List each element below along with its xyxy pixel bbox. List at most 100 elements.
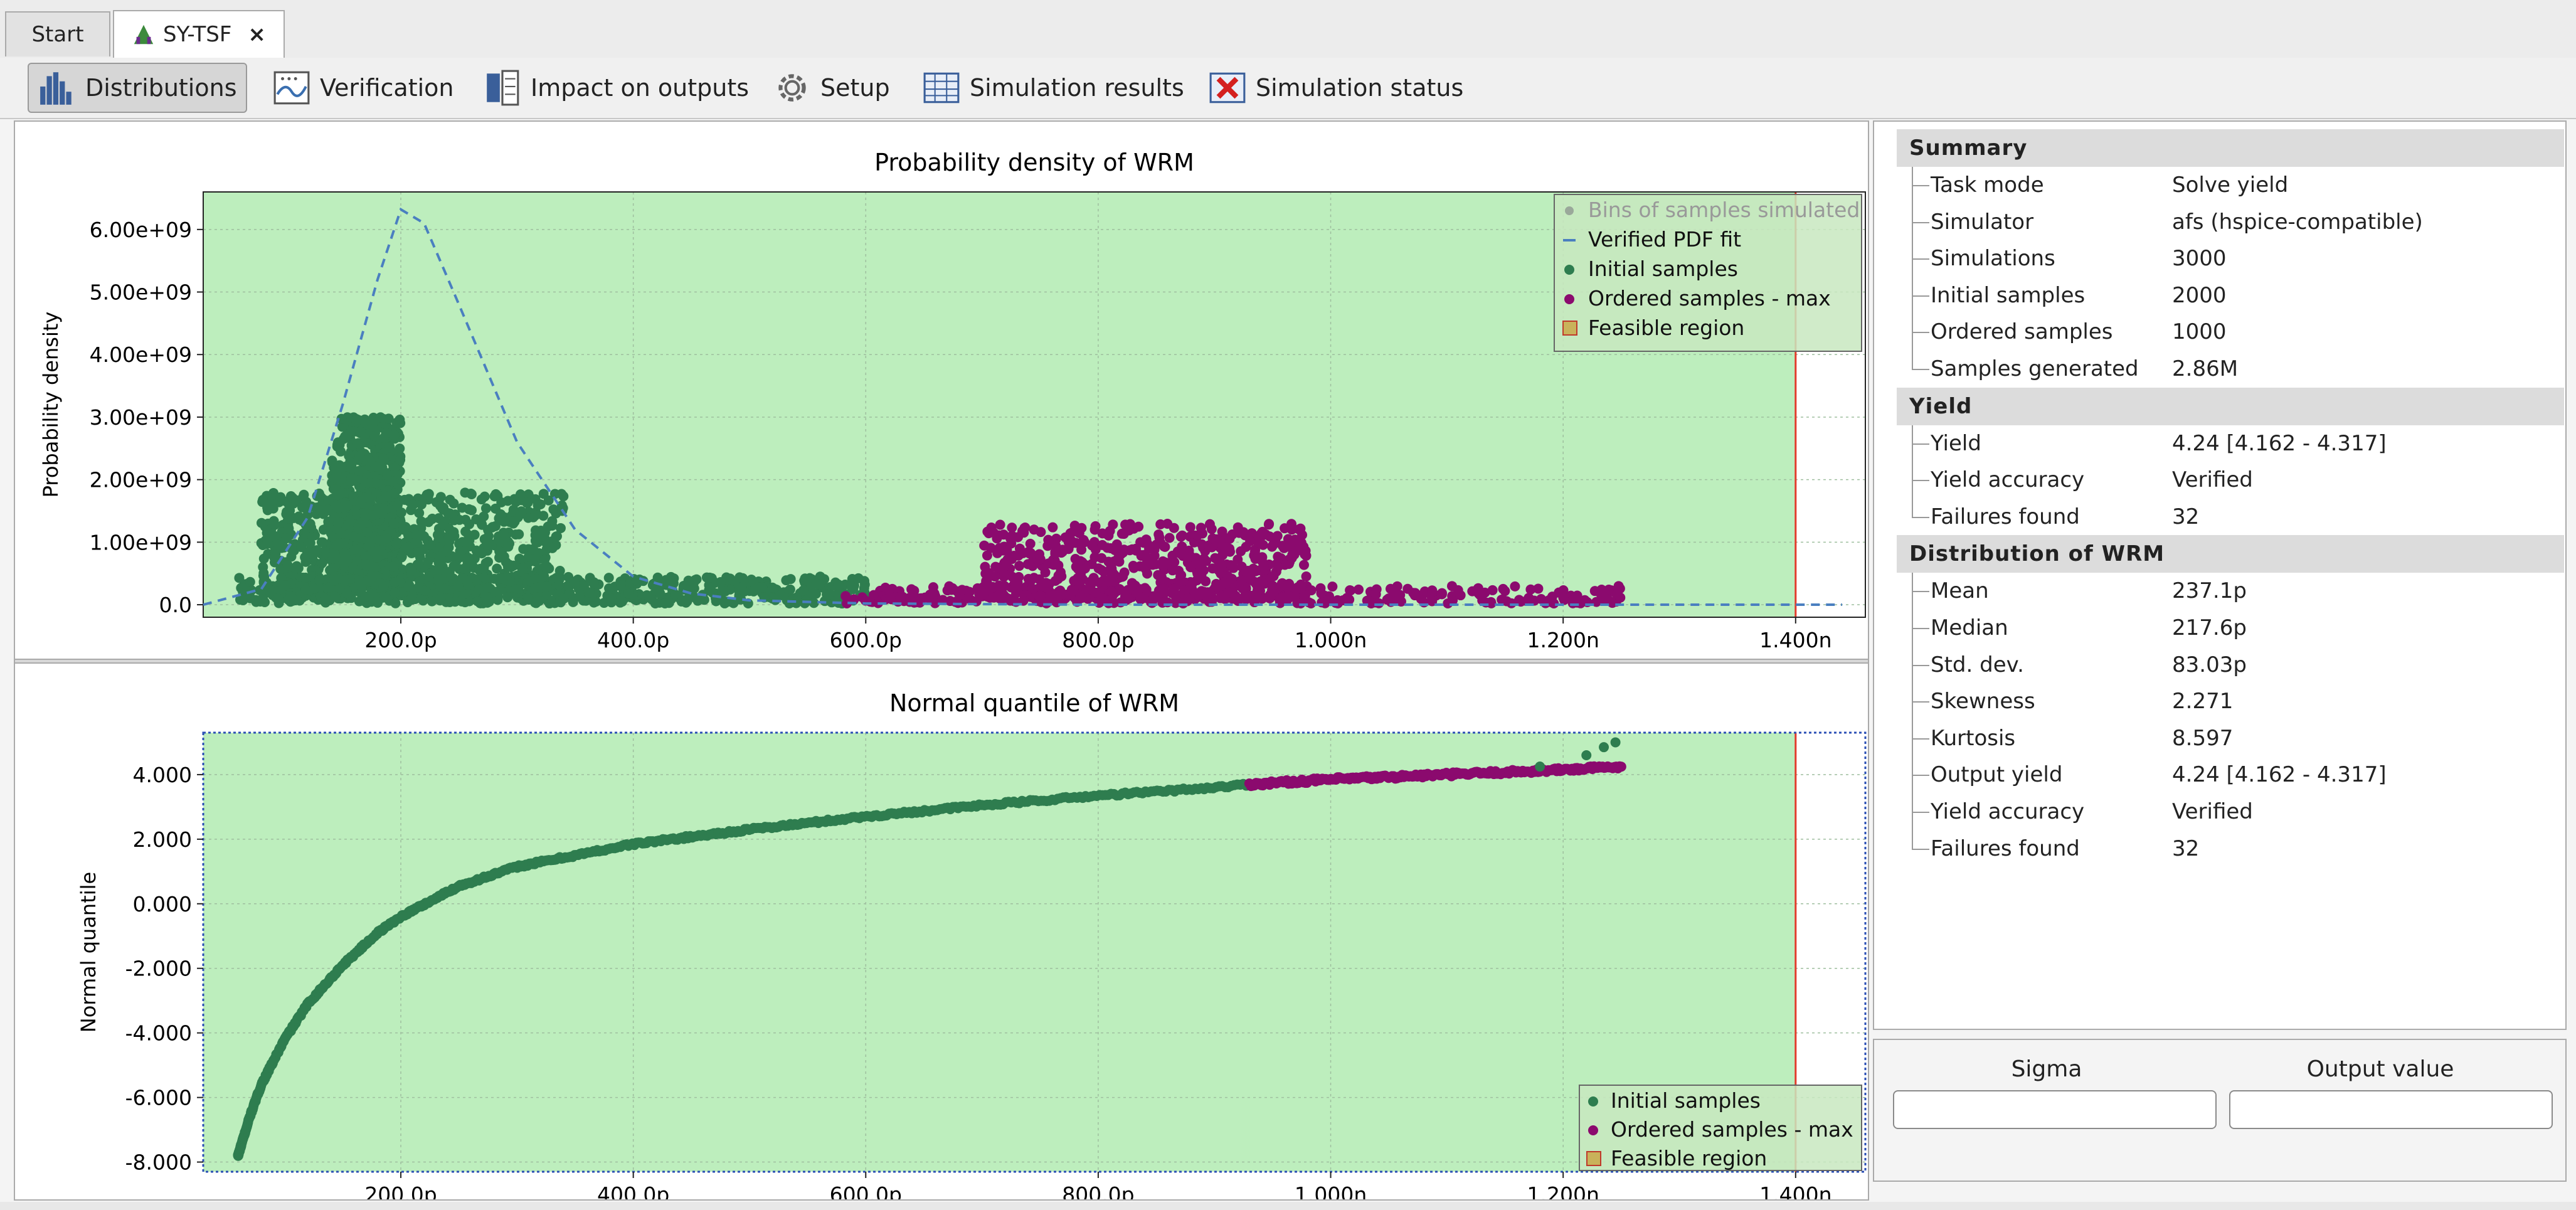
ordered-sample-point (1065, 539, 1076, 550)
ordered-sample-point (978, 588, 989, 599)
property-name: Failures found (1931, 836, 2080, 861)
initial-sample-point (508, 504, 519, 515)
ordered-sample-point (1426, 586, 1437, 597)
ordered-sample-point (999, 571, 1009, 582)
ordered-sample-point (1615, 592, 1626, 603)
initial-sample-point (423, 571, 434, 582)
yield-section-header[interactable]: Yield (1897, 387, 2564, 425)
ordered-sample-point (1603, 584, 1614, 595)
verification-button[interactable]: Verification (263, 63, 463, 113)
sigma-label: Sigma (2011, 1056, 2082, 1082)
tab-sy-tsf[interactable]: SY-TSF × (113, 10, 285, 58)
initial-sample-point (395, 455, 406, 465)
ordered-sample-point (1175, 549, 1186, 560)
initial-sample-point (472, 596, 483, 607)
initial-sample-point (350, 544, 361, 555)
tree-connector (1912, 738, 1929, 740)
ordered-sample-point (1283, 534, 1293, 544)
initial-sample-point (346, 473, 356, 484)
initial-sample-point (364, 576, 374, 586)
property-value: Verified (2172, 799, 2253, 824)
impact-on-outputs-button[interactable]: Impact on outputs (474, 63, 758, 113)
x-tick-label: 600.0p (830, 1182, 902, 1199)
tree-connector (1912, 295, 1929, 297)
property-name: Samples generated (1931, 356, 2139, 381)
distribution-section-header[interactable]: Distribution of WRM (1897, 535, 2564, 573)
initial-sample-point (435, 553, 445, 563)
initial-sample-point (420, 585, 430, 596)
output-value-input[interactable] (2229, 1090, 2553, 1129)
ordered-sample-point (1049, 590, 1059, 601)
initial-sample-point (373, 534, 384, 545)
summary-section-header[interactable]: Summary (1897, 129, 2564, 167)
ordered-sample-point (1232, 554, 1243, 565)
initial-sample-point (830, 595, 841, 606)
initial-sample-point (477, 519, 487, 530)
ordered-sample-point (1084, 576, 1095, 587)
initial-sample-point (341, 588, 352, 598)
legend-marker-ordered (1564, 294, 1574, 304)
ordered-sample-point (1354, 584, 1364, 595)
initial-sample-point (479, 511, 489, 522)
initial-sample-point (342, 500, 353, 511)
initial-sample-point (496, 573, 506, 584)
verification-icon (273, 71, 310, 105)
ordered-sample-point (999, 529, 1009, 540)
close-icon[interactable]: × (248, 22, 266, 47)
initial-sample-point (379, 433, 390, 443)
sigma-input[interactable] (1893, 1090, 2217, 1129)
initial-sample-point (736, 583, 747, 593)
legend-marker-initial (1564, 265, 1574, 275)
initial-sample-point (416, 516, 427, 527)
initial-sample-point (390, 577, 400, 588)
initial-sample-point (508, 560, 519, 571)
distribution-row: Output yield 4.24 [4.162 - 4.317] (1931, 756, 2558, 793)
ordered-sample-point (1572, 590, 1582, 601)
y-tick-label: 0.0 (159, 593, 192, 617)
initial-sample-point (496, 497, 507, 507)
property-name: Simulator (1931, 209, 2034, 235)
initial-sample-point (435, 593, 446, 603)
initial-sample-point (375, 412, 386, 423)
initial-sample-point (341, 432, 352, 442)
ordered-sample-point (1327, 581, 1338, 592)
initial-sample-point (317, 558, 327, 568)
initial-sample-point (547, 516, 558, 526)
legend-marker-bins (1565, 206, 1574, 215)
x-tick-label: 1.200n (1527, 1182, 1599, 1199)
ordered-sample-point (1558, 592, 1569, 603)
probability-density-chart[interactable]: Probability density of WRM Probability de… (15, 122, 1868, 655)
simulation-results-button[interactable]: Simulation results (913, 63, 1193, 113)
initial-sample-point (492, 563, 502, 574)
plot-splitter[interactable] (15, 659, 1868, 664)
initial-sample-point (291, 495, 302, 506)
initial-sample-point (388, 518, 399, 529)
initial-sample-point (263, 502, 273, 512)
ordered-sample-point (1192, 530, 1203, 541)
initial-sample-point (406, 565, 417, 576)
distributions-button[interactable]: Distributions (28, 63, 247, 113)
property-name: Median (1931, 615, 2008, 640)
impact-label: Impact on outputs (531, 74, 750, 102)
ordered-sample-point (1436, 589, 1447, 600)
ordered-sample-point (1014, 561, 1025, 571)
ordered-sample-point (1196, 589, 1207, 600)
simulation-status-button[interactable]: Simulation status (1199, 63, 1472, 113)
tab-start[interactable]: Start (5, 11, 110, 56)
initial-sample-point (353, 415, 364, 425)
setup-button[interactable]: Setup (764, 63, 899, 113)
property-name: Skewness (1931, 689, 2035, 714)
initial-sample-point (336, 462, 347, 473)
x-tick-label: 1.000n (1295, 628, 1367, 652)
y-tick-label: 1.00e+09 (90, 530, 192, 555)
initial-sample-point (312, 545, 322, 556)
ordered-sample-point (1069, 575, 1079, 586)
ordered-sample-point (998, 591, 1009, 602)
tab-start-label: Start (31, 22, 84, 47)
tree-connector (1912, 628, 1929, 629)
normal-quantile-chart[interactable]: Normal quantile of WRM Normal quantile 200… (15, 665, 1868, 1199)
gear-icon (778, 74, 806, 102)
initial-sample-point (654, 587, 665, 598)
initial-sample-point (533, 528, 544, 539)
initial-sample-point (269, 531, 280, 541)
